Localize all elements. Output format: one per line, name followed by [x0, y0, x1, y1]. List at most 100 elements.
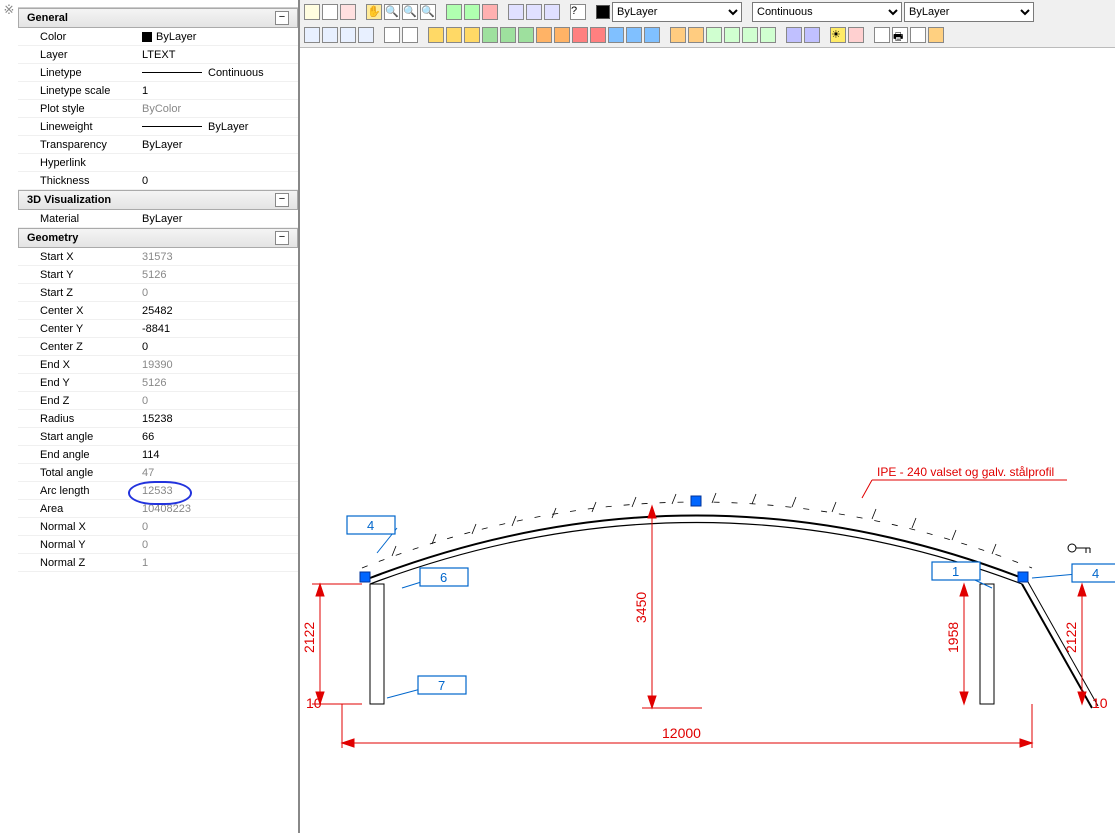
toolbar-icon[interactable] — [384, 27, 400, 43]
property-value[interactable]: ByLayer — [138, 213, 298, 225]
property-row[interactable]: Linetype scale1 — [18, 82, 298, 100]
property-value[interactable]: 66 — [138, 431, 298, 443]
toolbar-icon[interactable] — [626, 27, 642, 43]
toolbar-icon[interactable] — [322, 27, 338, 43]
toolbar-icon[interactable] — [804, 27, 820, 43]
property-value[interactable]: 12533 — [138, 485, 298, 497]
property-row[interactable]: Start Z0 — [18, 284, 298, 302]
property-row[interactable]: Arc length12533 — [18, 482, 298, 500]
toolbar-icon[interactable] — [464, 4, 480, 20]
property-row[interactable]: Radius15238 — [18, 410, 298, 428]
property-value[interactable]: 47 — [138, 467, 298, 479]
toolbar-icon[interactable] — [874, 27, 890, 43]
property-row[interactable]: MaterialByLayer — [18, 210, 298, 228]
grip-midpoint[interactable] — [691, 496, 701, 506]
property-row[interactable]: Center X25482 — [18, 302, 298, 320]
property-row[interactable]: Center Y-8841 — [18, 320, 298, 338]
toolbar-icon[interactable] — [848, 27, 864, 43]
toolbar-icon[interactable] — [910, 27, 926, 43]
property-row[interactable]: Normal X0 — [18, 518, 298, 536]
property-row[interactable]: LineweightByLayer — [18, 118, 298, 136]
section-general-header[interactable]: General − — [18, 8, 298, 28]
print-icon[interactable]: 🖶 — [892, 27, 908, 43]
property-value[interactable]: ByColor — [138, 103, 298, 115]
property-value[interactable]: 5126 — [138, 377, 298, 389]
property-row[interactable]: Area10408223 — [18, 500, 298, 518]
toolbar-icon[interactable] — [340, 27, 356, 43]
toolbar-icon[interactable] — [572, 27, 588, 43]
toolbar-icon[interactable] — [340, 4, 356, 20]
property-value[interactable]: 0 — [138, 175, 298, 187]
property-value[interactable]: 0 — [138, 539, 298, 551]
help-icon[interactable]: ? — [570, 4, 586, 20]
toolbar-icon[interactable] — [464, 27, 480, 43]
toolbar-icon[interactable] — [928, 27, 944, 43]
toolbar-icon[interactable] — [446, 27, 462, 43]
grip-endpoint[interactable] — [1018, 572, 1028, 582]
property-row[interactable]: Normal Z1 — [18, 554, 298, 572]
property-value[interactable]: 15238 — [138, 413, 298, 425]
grip-endpoint[interactable] — [360, 572, 370, 582]
collapse-icon[interactable]: − — [275, 11, 289, 25]
property-value[interactable]: 19390 — [138, 359, 298, 371]
toolbar-icon[interactable] — [304, 27, 320, 43]
property-row[interactable]: End Z0 — [18, 392, 298, 410]
property-value[interactable]: 25482 — [138, 305, 298, 317]
section-geometry-header[interactable]: Geometry − — [18, 228, 298, 248]
layer-color-dropdown[interactable]: ByLayer — [612, 2, 742, 22]
toolbar-icon[interactable] — [590, 27, 606, 43]
toolbar-icon[interactable] — [358, 27, 374, 43]
property-row[interactable]: End X19390 — [18, 356, 298, 374]
drawing-canvas[interactable]: IPE - 240 valset og galv. stålprofil 4 6… — [302, 48, 1115, 833]
property-row[interactable]: Total angle47 — [18, 464, 298, 482]
toolbar-icon[interactable] — [670, 27, 686, 43]
property-value[interactable]: 0 — [138, 341, 298, 353]
property-row[interactable]: Thickness0 — [18, 172, 298, 190]
toolbar-icon[interactable] — [688, 27, 704, 43]
property-value[interactable]: LTEXT — [138, 49, 298, 61]
toolbar-icon[interactable] — [742, 27, 758, 43]
toolbar-icon[interactable] — [724, 27, 740, 43]
property-row[interactable]: Hyperlink — [18, 154, 298, 172]
section-3dvis-header[interactable]: 3D Visualization − — [18, 190, 298, 210]
collapse-icon[interactable]: − — [275, 231, 289, 245]
property-value[interactable]: 114 — [138, 449, 298, 461]
toolbar-icon[interactable] — [446, 4, 462, 20]
property-row[interactable]: End angle114 — [18, 446, 298, 464]
property-value[interactable]: 0 — [138, 521, 298, 533]
property-value[interactable]: 0 — [138, 287, 298, 299]
property-value[interactable]: 10408223 — [138, 503, 298, 515]
toolbar-icon[interactable] — [428, 27, 444, 43]
property-value[interactable]: ByLayer — [138, 139, 298, 151]
property-row[interactable]: ColorByLayer — [18, 28, 298, 46]
toolbar-icon[interactable] — [482, 4, 498, 20]
toolbar-icon[interactable] — [304, 4, 320, 20]
property-row[interactable]: Normal Y0 — [18, 536, 298, 554]
toolbar-icon[interactable] — [608, 27, 624, 43]
property-value[interactable]: Continuous — [138, 67, 298, 79]
toolbar-icon[interactable] — [500, 27, 516, 43]
sun-icon[interactable]: ☀ — [830, 27, 846, 43]
pan-icon[interactable]: ✋ — [366, 4, 382, 20]
property-row[interactable]: TransparencyByLayer — [18, 136, 298, 154]
zoom-extents-icon[interactable]: 🔍 — [420, 4, 436, 20]
property-value[interactable]: ByLayer — [138, 121, 298, 133]
property-value[interactable]: ByLayer — [138, 31, 298, 43]
toolbar-icon[interactable] — [518, 27, 534, 43]
toolbar-icon[interactable] — [526, 4, 542, 20]
zoom-window-icon[interactable]: 🔍 — [402, 4, 418, 20]
property-value[interactable]: 0 — [138, 395, 298, 407]
property-row[interactable]: Start Y5126 — [18, 266, 298, 284]
toolbar-icon[interactable] — [322, 4, 338, 20]
toolbar-icon[interactable] — [536, 27, 552, 43]
toolbar-icon[interactable] — [644, 27, 660, 43]
toolbar-icon[interactable] — [706, 27, 722, 43]
property-row[interactable]: LinetypeContinuous — [18, 64, 298, 82]
property-row[interactable]: Start angle66 — [18, 428, 298, 446]
toolbar-icon[interactable] — [544, 4, 560, 20]
property-value[interactable]: 5126 — [138, 269, 298, 281]
toolbar-icon[interactable] — [786, 27, 802, 43]
toolbar-icon[interactable] — [402, 27, 418, 43]
linetype-dropdown[interactable]: Continuous — [752, 2, 902, 22]
toolbar-icon[interactable] — [508, 4, 524, 20]
